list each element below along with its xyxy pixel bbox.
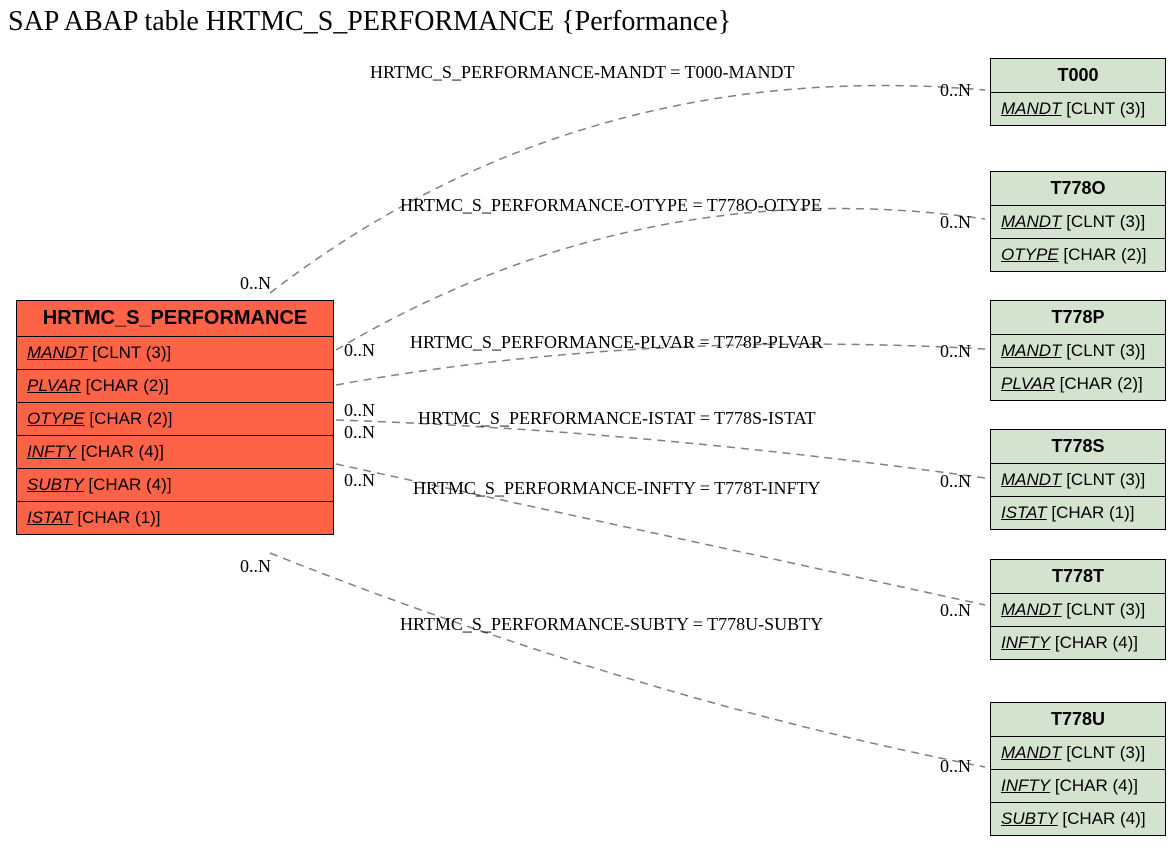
cardinality: 0..N: [344, 340, 375, 361]
cardinality: 0..N: [344, 422, 375, 443]
entity-field: ISTAT [CHAR (1)]: [17, 502, 333, 534]
page-title: SAP ABAP table HRTMC_S_PERFORMANCE {Perf…: [8, 6, 731, 38]
entity-field: INFTY [CHAR (4)]: [991, 627, 1165, 659]
cardinality: 0..N: [940, 756, 971, 777]
cardinality: 0..N: [940, 80, 971, 101]
entity-field: MANDT [CLNT (3)]: [991, 464, 1165, 497]
cardinality: 0..N: [344, 470, 375, 491]
entity-field: MANDT [CLNT (3)]: [17, 337, 333, 370]
entity-field: SUBTY [CHAR (4)]: [17, 469, 333, 502]
relation-label: HRTMC_S_PERFORMANCE-INFTY = T778T-INFTY: [413, 478, 820, 499]
cardinality: 0..N: [344, 400, 375, 421]
diagram-canvas: SAP ABAP table HRTMC_S_PERFORMANCE {Perf…: [0, 0, 1171, 860]
entity-field: MANDT [CLNT (3)]: [991, 335, 1165, 368]
cardinality: 0..N: [940, 212, 971, 233]
entity-field: INFTY [CHAR (4)]: [991, 770, 1165, 803]
entity-field: MANDT [CLNT (3)]: [991, 737, 1165, 770]
entity-name: T778U: [991, 703, 1165, 737]
entity-field: ISTAT [CHAR (1)]: [991, 497, 1165, 529]
entity-name: T778P: [991, 301, 1165, 335]
entity-field: PLVAR [CHAR (2)]: [17, 370, 333, 403]
relation-label: HRTMC_S_PERFORMANCE-ISTAT = T778S-ISTAT: [418, 408, 816, 429]
entity-field: SUBTY [CHAR (4)]: [991, 803, 1165, 835]
entity-field: OTYPE [CHAR (2)]: [991, 239, 1165, 271]
entity-t778t: T778T MANDT [CLNT (3)] INFTY [CHAR (4)]: [990, 559, 1166, 660]
entity-name: T778T: [991, 560, 1165, 594]
entity-t000: T000 MANDT [CLNT (3)]: [990, 58, 1166, 126]
entity-main: HRTMC_S_PERFORMANCE MANDT [CLNT (3)] PLV…: [16, 300, 334, 535]
entity-field: INFTY [CHAR (4)]: [17, 436, 333, 469]
entity-field: MANDT [CLNT (3)]: [991, 594, 1165, 627]
cardinality: 0..N: [940, 600, 971, 621]
entity-field: MANDT [CLNT (3)]: [991, 206, 1165, 239]
cardinality: 0..N: [940, 341, 971, 362]
entity-t778p: T778P MANDT [CLNT (3)] PLVAR [CHAR (2)]: [990, 300, 1166, 401]
relation-label: HRTMC_S_PERFORMANCE-MANDT = T000-MANDT: [370, 62, 794, 83]
entity-t778o: T778O MANDT [CLNT (3)] OTYPE [CHAR (2)]: [990, 171, 1166, 272]
entity-field: OTYPE [CHAR (2)]: [17, 403, 333, 436]
entity-t778u: T778U MANDT [CLNT (3)] INFTY [CHAR (4)] …: [990, 702, 1166, 836]
relation-label: HRTMC_S_PERFORMANCE-SUBTY = T778U-SUBTY: [400, 614, 823, 635]
relation-label: HRTMC_S_PERFORMANCE-OTYPE = T778O-OTYPE: [400, 195, 822, 216]
cardinality: 0..N: [940, 471, 971, 492]
entity-field: MANDT [CLNT (3)]: [991, 93, 1165, 125]
entity-main-name: HRTMC_S_PERFORMANCE: [17, 301, 333, 337]
entity-name: T000: [991, 59, 1165, 93]
entity-field: PLVAR [CHAR (2)]: [991, 368, 1165, 400]
entity-name: T778S: [991, 430, 1165, 464]
cardinality: 0..N: [240, 556, 271, 577]
entity-name: T778O: [991, 172, 1165, 206]
entity-t778s: T778S MANDT [CLNT (3)] ISTAT [CHAR (1)]: [990, 429, 1166, 530]
relation-label: HRTMC_S_PERFORMANCE-PLVAR = T778P-PLVAR: [410, 332, 823, 353]
cardinality: 0..N: [240, 273, 271, 294]
